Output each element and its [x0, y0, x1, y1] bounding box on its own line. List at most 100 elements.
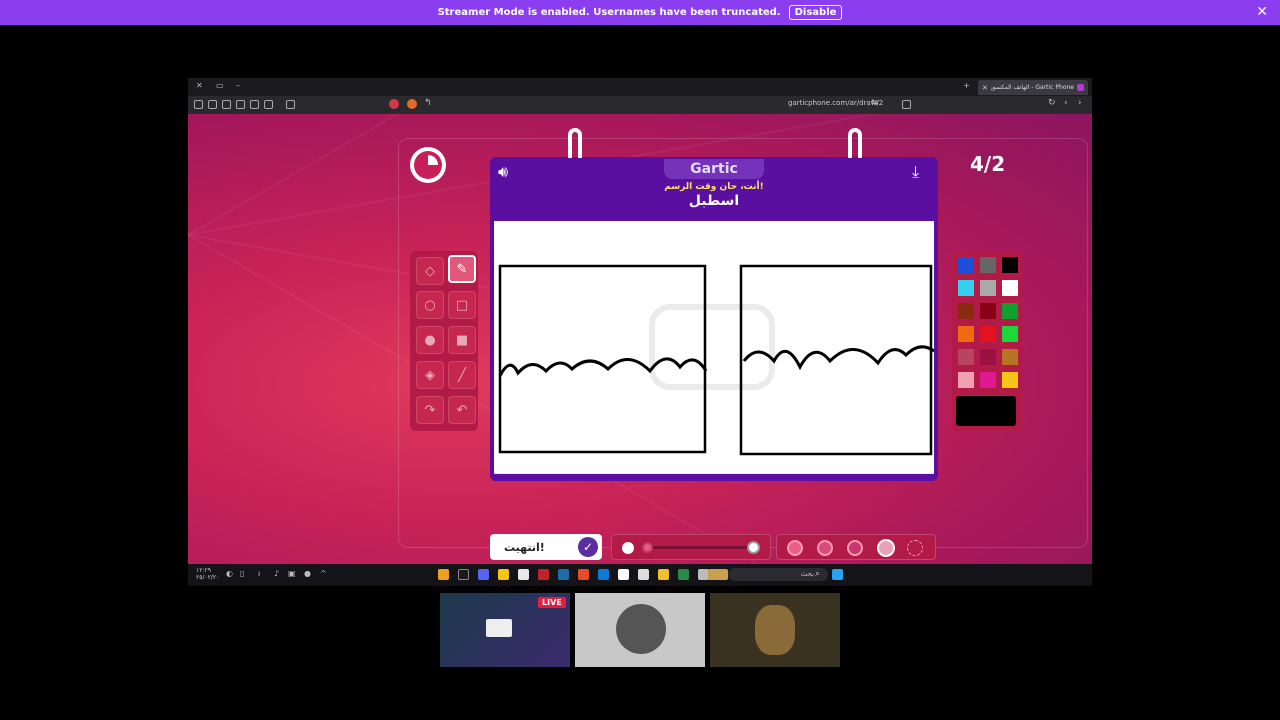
bucket-icon[interactable]: ◈	[416, 361, 444, 389]
app-icon-6[interactable]	[538, 569, 549, 580]
notepad-icon[interactable]	[618, 569, 629, 580]
rewards-icon[interactable]	[407, 99, 417, 109]
network-tray-icon[interactable]: ı	[258, 569, 260, 578]
lock-tray-icon[interactable]: ▣	[288, 569, 296, 578]
color-swatch[interactable]	[958, 372, 974, 388]
tab-bar: ✕ ▭ – + ✕ Gartic Phone - الهاتف المكسور	[188, 78, 1092, 96]
color-swatch[interactable]	[980, 280, 996, 296]
color-swatch[interactable]	[1002, 257, 1018, 273]
forward-icon[interactable]: ‹	[1064, 98, 1068, 108]
color-swatch[interactable]	[958, 303, 974, 319]
app-icon-2[interactable]	[458, 569, 469, 580]
widget-icon[interactable]	[708, 569, 728, 580]
translate-icon[interactable]: ⇆	[871, 98, 879, 108]
close-window-icon[interactable]: ✕	[196, 81, 203, 90]
steam-icon[interactable]	[558, 569, 569, 580]
color-swatch[interactable]	[958, 326, 974, 342]
screenshot-icon[interactable]	[286, 100, 295, 109]
tab-gartic[interactable]: ✕ Gartic Phone - الهاتف المكسور	[978, 80, 1088, 95]
speaker-tray-icon[interactable]: ◐	[226, 569, 233, 578]
redo-icon[interactable]: ↷	[416, 396, 444, 424]
color-swatch[interactable]	[1002, 326, 1018, 342]
edge-icon[interactable]	[598, 569, 609, 580]
color-swatch[interactable]	[1002, 303, 1018, 319]
color-swatch[interactable]	[980, 326, 996, 342]
color-swatch[interactable]	[980, 372, 996, 388]
color-swatch[interactable]	[1002, 280, 1018, 296]
color-swatch[interactable]	[980, 303, 996, 319]
app-tray-icon[interactable]: ●	[304, 569, 311, 578]
stream-tile-avatar[interactable]	[575, 593, 705, 667]
opacity-option-2[interactable]	[817, 540, 833, 556]
check-icon: ✓	[578, 537, 598, 557]
slider-thumb[interactable]	[642, 542, 653, 553]
new-tab-icon[interactable]: +	[963, 81, 970, 90]
eraser-icon[interactable]: ◇	[416, 257, 444, 285]
address-bar[interactable]: garticphone.com/ar/draw/2	[788, 99, 883, 107]
pencil-icon[interactable]: ✎	[448, 255, 476, 283]
drawing-canvas[interactable]	[494, 221, 934, 473]
app-icon-4[interactable]	[498, 569, 509, 580]
sidebar-icon[interactable]	[250, 100, 259, 109]
undo-icon[interactable]: ↶	[448, 396, 476, 424]
tab-close-icon[interactable]: ✕	[982, 84, 988, 92]
battery-tray-icon[interactable]: ▯	[240, 569, 244, 578]
folder-icon[interactable]	[658, 569, 669, 580]
speaker-icon[interactable]: 🔊︎	[498, 162, 522, 182]
tray-expand-icon[interactable]: ^	[320, 569, 327, 578]
share-icon[interactable]: ↰	[424, 98, 432, 108]
menu-icon[interactable]	[194, 100, 203, 109]
slider-track	[644, 546, 754, 549]
bookmark-page-icon[interactable]	[902, 100, 911, 109]
taskbar-search[interactable]: بحث	[728, 568, 828, 581]
reload-icon[interactable]: ↻	[1048, 98, 1056, 108]
opacity-option-3[interactable]	[847, 540, 863, 556]
gartic-watermark	[649, 304, 775, 390]
color-swatch[interactable]	[958, 349, 974, 365]
prompt-subtitle: أنت، حان وقت الرسم!	[664, 182, 764, 192]
done-button[interactable]: انتهيت! ✓	[490, 534, 602, 560]
app-icon-5[interactable]	[518, 569, 529, 580]
back-icon[interactable]: ›	[1078, 98, 1082, 108]
bookmark-icon[interactable]	[236, 100, 245, 109]
music-icon[interactable]	[264, 100, 273, 109]
minimize-icon[interactable]: –	[236, 81, 240, 90]
color-swatch[interactable]	[958, 257, 974, 273]
app-icon-1[interactable]	[438, 569, 449, 580]
color-swatch[interactable]	[980, 349, 996, 365]
drawing-strokes	[498, 264, 934, 456]
line-icon[interactable]: ╱	[448, 361, 476, 389]
restore-icon[interactable]: ▭	[216, 81, 224, 90]
square-fill-icon[interactable]: ■	[448, 326, 476, 354]
color-swatch[interactable]	[958, 280, 974, 296]
windows-start-icon[interactable]	[832, 569, 843, 580]
close-icon[interactable]: ✕	[1256, 4, 1268, 20]
gartic-logo: Gartic	[664, 159, 764, 179]
download-icon[interactable]: ⤓	[912, 162, 934, 182]
discord-icon[interactable]	[478, 569, 489, 580]
color-swatch[interactable]	[980, 257, 996, 273]
disable-button[interactable]: Disable	[788, 5, 843, 20]
color-swatch[interactable]	[1002, 372, 1018, 388]
camera-person	[755, 605, 795, 655]
brave-shield-icon[interactable]	[389, 99, 399, 109]
opacity-option-4[interactable]	[877, 539, 895, 557]
mic-tray-icon[interactable]: ♪	[274, 569, 279, 578]
calendar-icon[interactable]	[638, 569, 649, 580]
brush-size-slider[interactable]	[611, 534, 771, 560]
stream-tile-camera[interactable]	[710, 593, 840, 667]
shield-icon[interactable]	[208, 100, 217, 109]
gartic-favicon	[1077, 84, 1084, 91]
circle-outline-icon[interactable]: ○	[416, 291, 444, 319]
opacity-option-1[interactable]	[787, 540, 803, 556]
color-swatch[interactable]	[1002, 349, 1018, 365]
opacity-option-5[interactable]	[907, 540, 923, 556]
app-icon-13[interactable]	[678, 569, 689, 580]
hook-left	[568, 128, 582, 158]
extension-icon[interactable]	[222, 100, 231, 109]
taskbar: ١٢:٢٩ ٢٥/٠٢/٢٠ ◐ ▯ ı ♪ ▣ ● ^ بحث ⌕	[188, 564, 1092, 586]
circle-fill-icon[interactable]: ●	[416, 326, 444, 354]
timer-clock-icon	[410, 147, 446, 183]
brave-icon[interactable]	[578, 569, 589, 580]
square-outline-icon[interactable]: □	[448, 291, 476, 319]
